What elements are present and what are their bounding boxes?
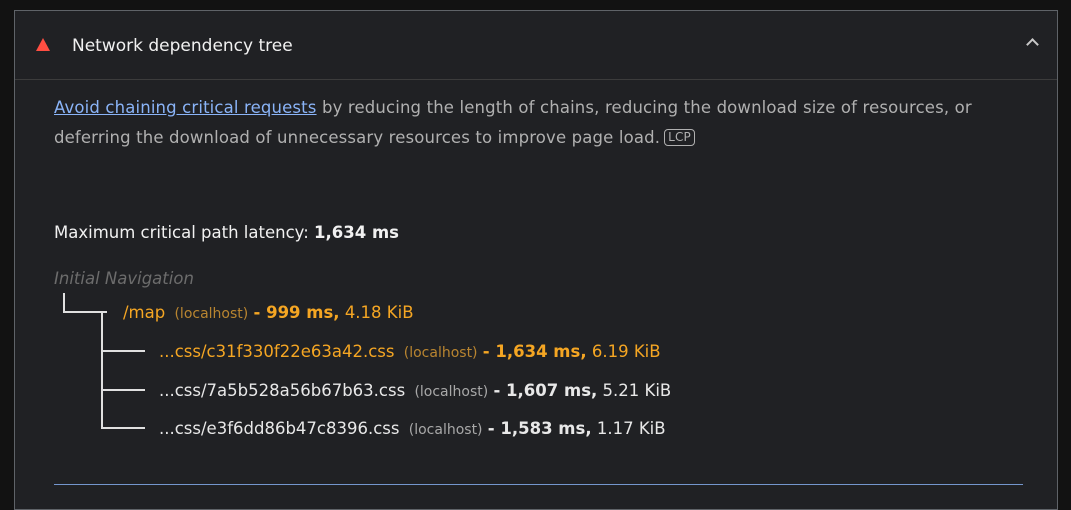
node-url: ...css/7a5b528a56b67b63.css bbox=[159, 381, 406, 400]
avoid-chaining-link[interactable]: Avoid chaining critical requests bbox=[54, 98, 317, 117]
node-duration: - 999 ms, bbox=[253, 303, 340, 322]
lcp-badge: LCP bbox=[664, 129, 695, 146]
tree-connector bbox=[63, 293, 65, 313]
node-duration: - 1,583 ms, bbox=[487, 419, 592, 438]
divider bbox=[54, 484, 1023, 485]
node-size: 5.21 KiB bbox=[602, 381, 672, 400]
tree-node: /map (localhost) - 999 ms, 4.18 KiB bbox=[123, 303, 414, 322]
tree-node: ...css/e3f6dd86b47c8396.css (localhost) … bbox=[159, 419, 666, 438]
warning-triangle-icon bbox=[36, 38, 50, 51]
node-host: (localhost) bbox=[408, 422, 483, 438]
tree-connector bbox=[101, 350, 145, 352]
node-host: (localhost) bbox=[403, 345, 478, 361]
latency-value: 1,634 ms bbox=[314, 223, 399, 242]
node-duration: - 1,634 ms, bbox=[482, 342, 587, 361]
audit-description: Avoid chaining critical requests by redu… bbox=[54, 93, 1044, 153]
node-host: (localhost) bbox=[174, 306, 249, 322]
tree-connector bbox=[101, 389, 145, 391]
audit-panel: Network dependency tree Avoid chaining c… bbox=[14, 10, 1058, 510]
node-size: 6.19 KiB bbox=[591, 342, 661, 361]
audit-header[interactable]: Network dependency tree bbox=[15, 11, 1057, 80]
initial-navigation-label: Initial Navigation bbox=[54, 269, 194, 288]
node-url: /map bbox=[123, 303, 166, 322]
chevron-up-icon[interactable] bbox=[1026, 38, 1039, 51]
tree-connector bbox=[101, 311, 103, 429]
max-latency: Maximum critical path latency: 1,634 ms bbox=[54, 223, 399, 242]
audit-title: Network dependency tree bbox=[72, 36, 293, 56]
tree-node: ...css/7a5b528a56b67b63.css (localhost) … bbox=[159, 381, 671, 400]
latency-label: Maximum critical path latency: bbox=[54, 223, 315, 242]
tree-connector bbox=[101, 427, 145, 429]
node-host: (localhost) bbox=[414, 384, 489, 400]
tree-node: ...css/c31f330f22e63a42.css (localhost) … bbox=[159, 342, 661, 361]
node-size: 1.17 KiB bbox=[596, 419, 666, 438]
node-url: ...css/c31f330f22e63a42.css bbox=[159, 342, 395, 361]
node-url: ...css/e3f6dd86b47c8396.css bbox=[159, 419, 400, 438]
node-duration: - 1,607 ms, bbox=[493, 381, 598, 400]
node-size: 4.18 KiB bbox=[344, 303, 414, 322]
